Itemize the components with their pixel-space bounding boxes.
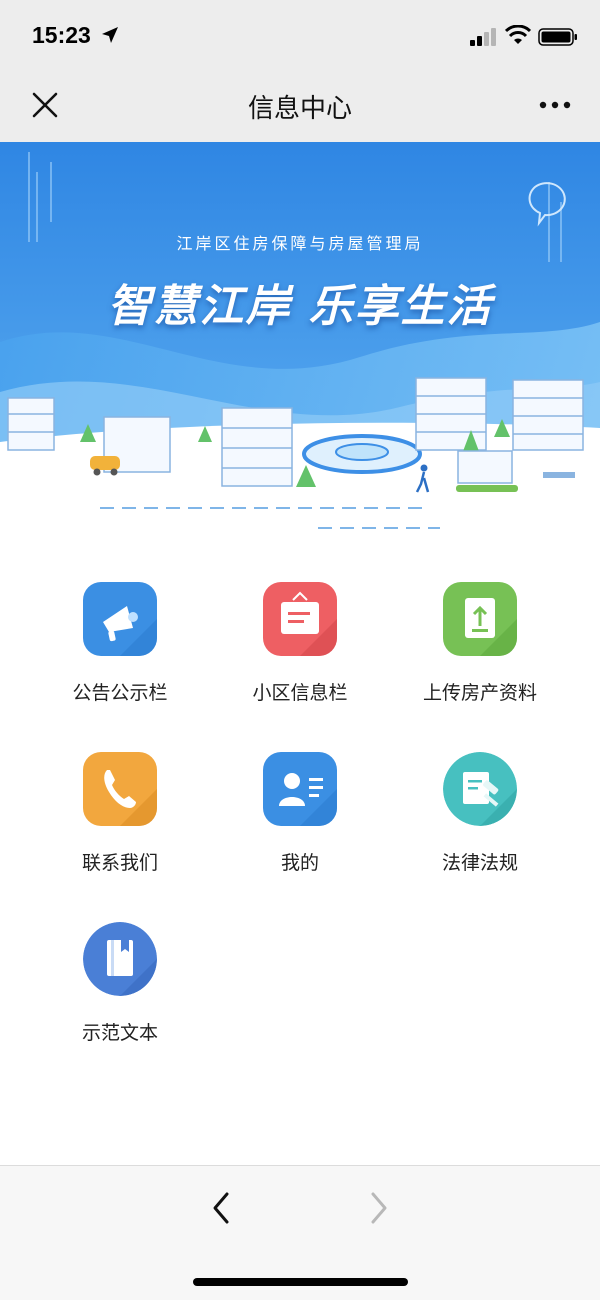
book-icon — [83, 922, 157, 996]
phone-icon — [83, 752, 157, 826]
tile-label: 我的 — [280, 852, 319, 874]
tile-label: 公告公示栏 — [72, 682, 168, 704]
wifi-icon — [505, 25, 531, 44]
nav-bar: 信息中心 — [0, 70, 600, 142]
banner[interactable]: 江岸区住房保障与房屋管理局 智慧江岸 乐享生活 — [0, 142, 600, 530]
tile-community-info[interactable]: 小区信息栏 — [200, 555, 400, 725]
tile-label: 联系我们 — [81, 852, 158, 874]
notice-board-icon — [263, 582, 337, 656]
chevron-left-icon[interactable] — [205, 1188, 237, 1228]
tile-contact-us[interactable]: 联系我们 — [20, 725, 220, 895]
user-card-icon — [263, 752, 337, 826]
battery-icon — [538, 28, 577, 46]
banner-subtitle: 江岸区住房保障与房屋管理局 — [176, 234, 424, 253]
tile-sample-texts[interactable]: 示范文本 — [20, 895, 220, 1065]
banner-title: 智慧江岸 乐享生活 — [107, 281, 493, 332]
more-dots-icon[interactable] — [535, 90, 575, 120]
bottom-bar — [0, 1165, 600, 1300]
upload-document-icon — [443, 582, 517, 656]
home-indicator — [193, 1278, 408, 1286]
megaphone-icon — [83, 582, 157, 656]
location-arrow-icon — [102, 27, 118, 43]
status-bar: 15:23 — [0, 0, 600, 70]
chevron-right-icon[interactable] — [363, 1188, 395, 1228]
law-hammer-icon — [443, 752, 517, 826]
tile-label: 法律法规 — [441, 852, 518, 874]
page-title: 信息中心 — [247, 94, 352, 124]
tile-label: 上传房产资料 — [422, 682, 537, 704]
tile-label: 示范文本 — [81, 1022, 158, 1044]
cellular-signal-icon — [470, 28, 496, 46]
tile-upload-property[interactable]: 上传房产资料 — [380, 555, 580, 725]
tile-label: 小区信息栏 — [252, 682, 348, 704]
banner-illustration — [0, 142, 600, 530]
tile-laws[interactable]: 法律法规 — [380, 725, 580, 895]
status-time: 15:23 — [32, 22, 91, 48]
tile-my-profile[interactable]: 我的 — [200, 725, 400, 895]
tile-announcements[interactable]: 公告公示栏 — [20, 555, 220, 725]
